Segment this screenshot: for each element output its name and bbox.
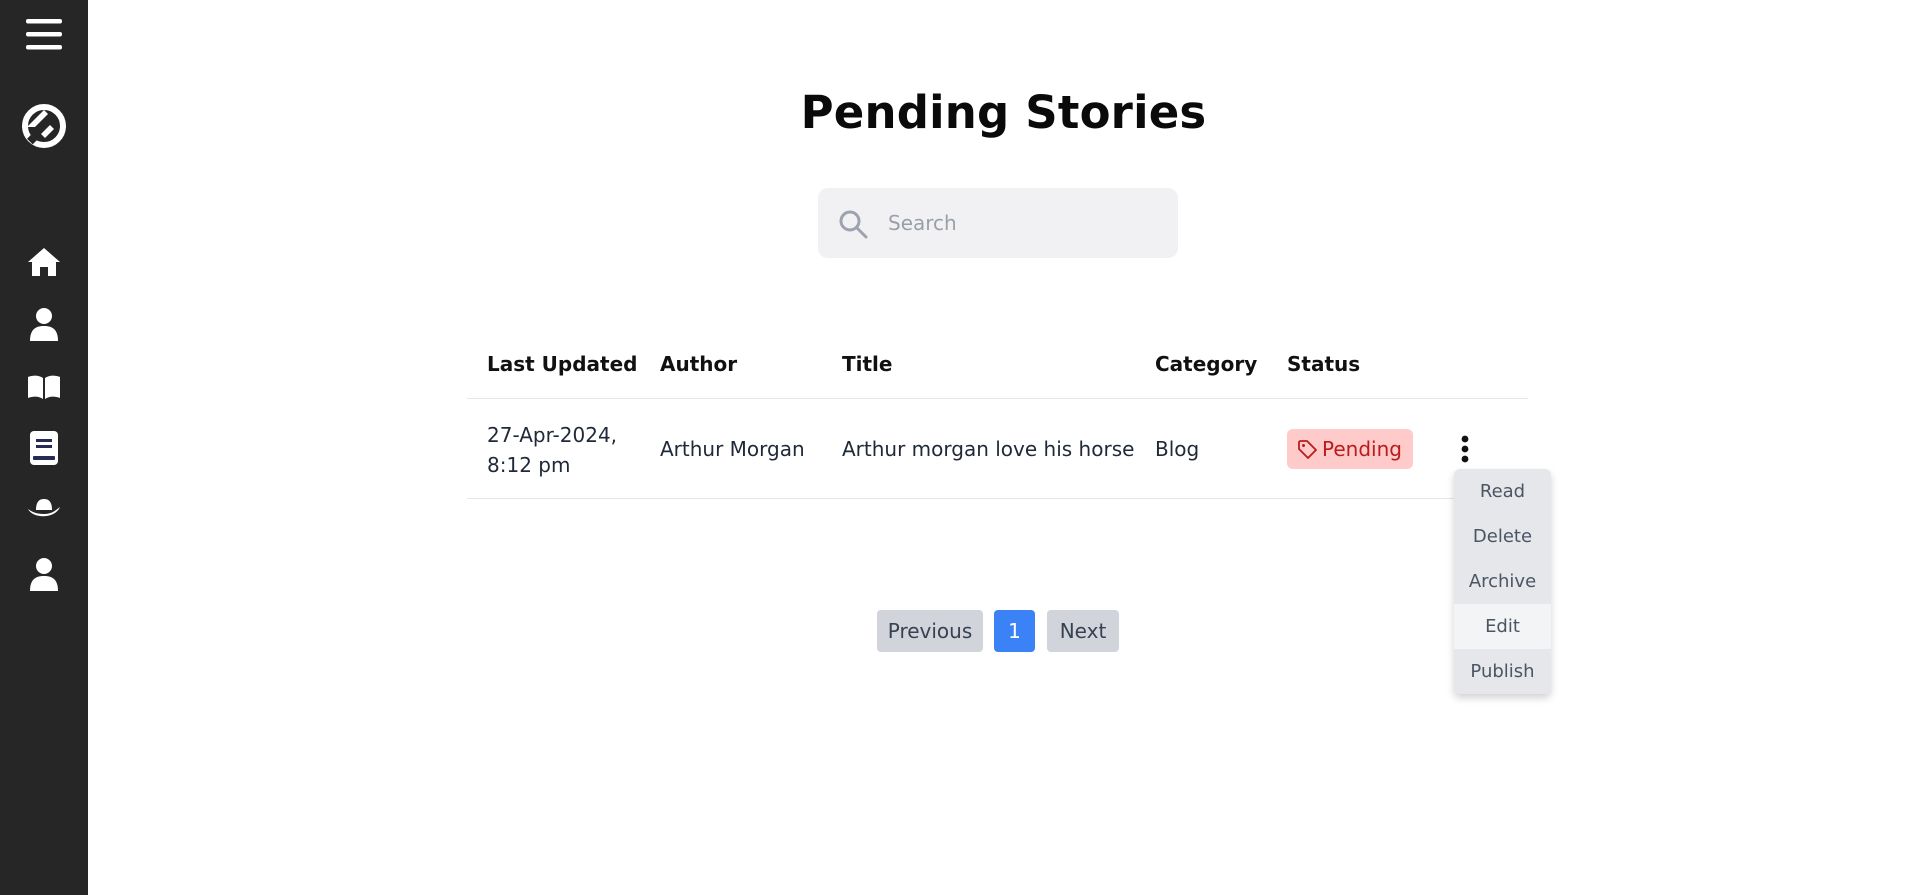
page-title: Pending Stories <box>800 86 1207 139</box>
cell-last-updated: 27-Apr-2024, 8:12 pm <box>487 420 617 480</box>
column-header-author[interactable]: Author <box>660 352 737 376</box>
row-actions-button[interactable] <box>1453 432 1477 466</box>
menu-item-archive[interactable]: Archive <box>1454 559 1551 604</box>
book-open-icon[interactable] <box>0 372 88 402</box>
column-header-last-updated[interactable]: Last Updated <box>487 352 637 376</box>
search-input[interactable] <box>886 188 1166 258</box>
status-badge: Pending <box>1287 429 1413 469</box>
cell-author: Arthur Morgan <box>660 437 805 461</box>
menu-item-delete[interactable]: Delete <box>1454 514 1551 559</box>
kebab-menu-icon <box>1461 435 1469 463</box>
last-updated-time: 8:12 pm <box>487 453 571 477</box>
next-page-button[interactable]: Next <box>1047 610 1119 652</box>
book-icon[interactable] <box>0 430 88 466</box>
status-badge-label: Pending <box>1322 437 1402 461</box>
sidebar <box>0 0 88 895</box>
logo-icon[interactable] <box>0 98 88 154</box>
user-icon[interactable] <box>0 306 88 342</box>
tag-icon <box>1298 440 1317 459</box>
row-divider <box>467 498 1528 499</box>
row-actions-menu: Read Delete Archive Edit Publish <box>1454 469 1551 694</box>
menu-item-edit[interactable]: Edit <box>1454 604 1551 649</box>
last-updated-date: 27-Apr-2024, <box>487 423 618 447</box>
column-header-category[interactable]: Category <box>1155 352 1257 376</box>
column-header-title[interactable]: Title <box>842 352 892 376</box>
header-divider <box>467 398 1528 399</box>
page-1-button[interactable]: 1 <box>994 610 1035 652</box>
search-icon <box>838 209 868 239</box>
search-box <box>818 188 1178 258</box>
profile-icon[interactable] <box>0 556 88 592</box>
previous-page-button[interactable]: Previous <box>877 610 983 652</box>
cell-title: Arthur morgan love his horse <box>842 437 1135 461</box>
menu-icon[interactable] <box>0 14 88 54</box>
hat-icon[interactable] <box>0 494 88 526</box>
menu-item-read[interactable]: Read <box>1454 469 1551 514</box>
home-icon[interactable] <box>0 246 88 278</box>
cell-category: Blog <box>1155 437 1200 461</box>
menu-item-publish[interactable]: Publish <box>1454 649 1551 694</box>
column-header-status[interactable]: Status <box>1287 352 1360 376</box>
